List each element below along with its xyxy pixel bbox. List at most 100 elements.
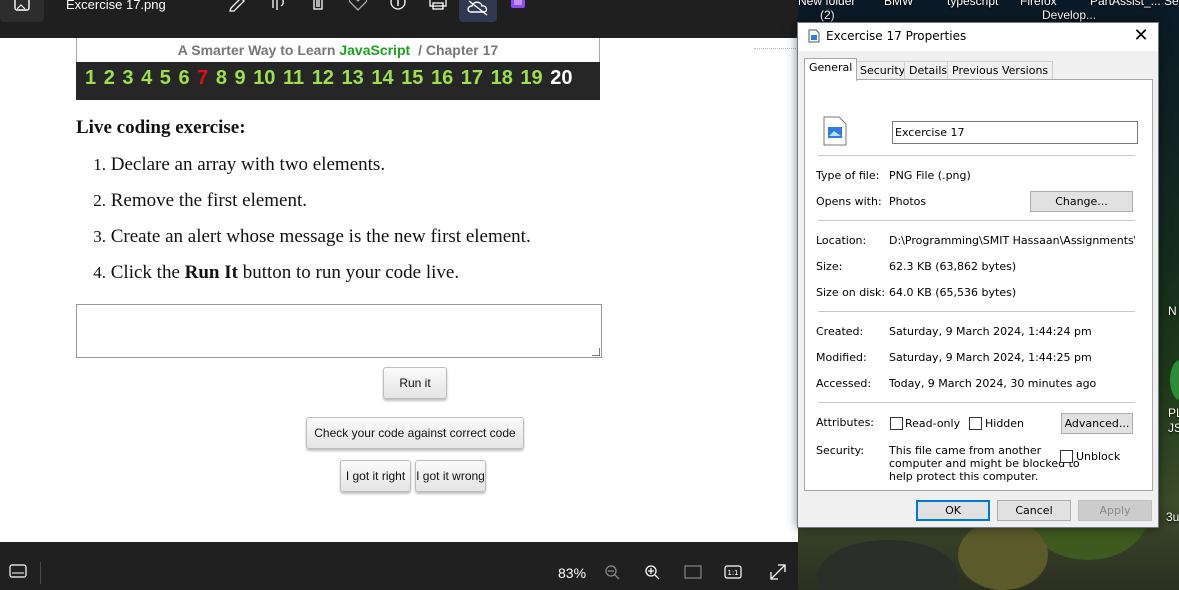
fit-to-window-icon[interactable]	[684, 564, 702, 580]
desktop-item-partassist[interactable]: PartAssist_...	[1090, 0, 1161, 8]
run-it-button[interactable]: Run it	[383, 367, 447, 399]
list-item: 3. Create an alert whose message is the …	[84, 226, 530, 262]
desktop-item-typescript[interactable]: typescript	[947, 0, 998, 8]
divider	[40, 562, 41, 584]
security-text: help protect this computer.	[889, 470, 1039, 483]
chapter-link-15[interactable]: 15	[401, 67, 423, 89]
file-name-field[interactable]	[892, 121, 1138, 144]
got-it-right-button[interactable]: I got it right	[340, 460, 411, 492]
tab-previous-versions[interactable]: Previous Versions	[947, 61, 1054, 80]
security-text: This file came from another	[889, 444, 1042, 457]
zoom-in-icon[interactable]	[644, 564, 662, 580]
chapter-link-7[interactable]: 7	[197, 67, 208, 89]
chapter-link-8[interactable]: 8	[216, 67, 227, 89]
hidden-checkbox[interactable]	[969, 417, 982, 430]
code-textarea[interactable]	[76, 304, 602, 358]
accessed-label: Accessed:	[816, 377, 872, 390]
chapter-link-5[interactable]: 5	[160, 67, 171, 89]
visual-search-button[interactable]	[266, 0, 290, 16]
chapter-link-13[interactable]: 13	[342, 67, 364, 89]
divider	[818, 155, 1135, 156]
check-code-button[interactable]: Check your code against correct code	[306, 417, 524, 449]
size-on-disk-label: Size on disk:	[816, 286, 886, 299]
chapter-link-12[interactable]: 12	[312, 67, 334, 89]
dialog-title: Excercise 17 Properties	[826, 29, 967, 43]
step-number: 3.	[93, 227, 106, 246]
chapter-link-9[interactable]: 9	[235, 67, 246, 89]
info-button[interactable]	[386, 0, 410, 16]
desktop-item-label: Firefox Develop...	[1020, 0, 1097, 22]
zoom-out-icon[interactable]	[604, 564, 622, 580]
edit-image-icon	[229, 0, 245, 12]
tab-general[interactable]: General	[804, 58, 858, 81]
wallpaper-shape	[818, 540, 958, 590]
ok-button[interactable]: OK	[916, 500, 990, 521]
favorite-button[interactable]	[346, 0, 370, 16]
list-item: 1. Declare an array with two elements.	[84, 154, 531, 190]
readonly-checkbox[interactable]	[890, 417, 903, 430]
wallpaper-shape	[1170, 360, 1179, 400]
chapter-link-4[interactable]: 4	[141, 67, 152, 89]
banner-prefix: A Smarter Way to Learn	[177, 42, 340, 58]
image-canvas: A Smarter Way to Learn JavaScript / Chap…	[0, 38, 798, 542]
readonly-label[interactable]: Read-only	[905, 417, 960, 430]
unblock-checkbox[interactable]	[1060, 450, 1073, 463]
viewer-toolbar: Excercise 17.png ···	[0, 0, 798, 38]
desktop-item-firefox[interactable]: Firefox Develop...	[1020, 0, 1096, 22]
step-number: 2.	[93, 191, 106, 210]
change-button[interactable]: Change...	[1030, 191, 1133, 212]
chapter-link-20[interactable]: 20	[550, 67, 572, 89]
more-options-button[interactable]: ···	[548, 0, 569, 9]
desktop-item-new-folder[interactable]: New folder (2)	[798, 0, 855, 22]
desktop-item-bmw[interactable]: BMW	[884, 0, 913, 8]
chapter-link-17[interactable]: 17	[461, 67, 483, 89]
chapter-link-19[interactable]: 19	[520, 67, 542, 89]
divider	[818, 311, 1135, 312]
desktop-edge-label[interactable]: 3u	[1166, 510, 1179, 524]
chapter-link-10[interactable]: 10	[253, 67, 275, 89]
designer-button[interactable]	[506, 0, 530, 16]
hidden-label[interactable]: Hidden	[985, 417, 1024, 430]
chapter-link-16[interactable]: 16	[431, 67, 453, 89]
modified-label: Modified:	[816, 351, 867, 364]
apply-button[interactable]: Apply	[1078, 500, 1152, 521]
accessed-value: Today, 9 March 2024, 30 minutes ago	[889, 377, 1097, 390]
banner-js: JavaScript	[339, 42, 411, 58]
delete-icon	[313, 0, 323, 10]
resize-grip[interactable]	[592, 348, 600, 356]
desktop-edge-label[interactable]: N	[1168, 304, 1177, 318]
fullscreen-icon[interactable]	[769, 564, 787, 580]
actual-size-icon[interactable]: 1:1	[724, 564, 742, 580]
gallery-button[interactable]	[0, 0, 44, 22]
chapter-link-2[interactable]: 2	[104, 67, 115, 89]
desktop-edge-label[interactable]: JS	[1168, 421, 1179, 435]
info-icon	[390, 0, 406, 10]
list-item: 4. Click the Run It button to run your c…	[84, 262, 531, 298]
chapter-link-18[interactable]: 18	[491, 67, 513, 89]
delete-button[interactable]	[306, 0, 330, 16]
close-button[interactable]: ✕	[1124, 23, 1158, 51]
chapter-link-11[interactable]: 11	[283, 67, 304, 89]
location-label: Location:	[816, 234, 867, 247]
desktop-edge-label[interactable]: PL	[1168, 406, 1179, 420]
svg-text:1:1: 1:1	[727, 569, 738, 577]
onedrive-button[interactable]	[459, 0, 497, 22]
cancel-button[interactable]: Cancel	[997, 500, 1071, 521]
chapter-link-3[interactable]: 3	[122, 67, 133, 89]
wallpaper-shape	[958, 520, 1048, 590]
got-it-wrong-button[interactable]: I got it wrong	[415, 460, 486, 492]
chapter-link-6[interactable]: 6	[178, 67, 189, 89]
print-button[interactable]	[426, 0, 450, 16]
filmstrip-icon[interactable]	[9, 564, 27, 578]
advanced-button[interactable]: Advanced...	[1061, 413, 1133, 434]
desktop-item-se[interactable]: Se	[1164, 0, 1179, 8]
zoom-level: 83%	[558, 565, 587, 581]
chapter-link-1[interactable]: 1	[85, 67, 96, 89]
chapter-link-14[interactable]: 14	[371, 67, 393, 89]
edit-image-button[interactable]	[226, 0, 250, 16]
dialog-titlebar[interactable]: Excercise 17 Properties ✕	[798, 23, 1158, 51]
general-panel: Type of file: PNG File (.png) Opens with…	[804, 79, 1153, 491]
tab-details[interactable]: Details	[904, 61, 953, 80]
tab-security[interactable]: Security	[855, 61, 911, 80]
unblock-label[interactable]: Unblock	[1076, 450, 1120, 463]
